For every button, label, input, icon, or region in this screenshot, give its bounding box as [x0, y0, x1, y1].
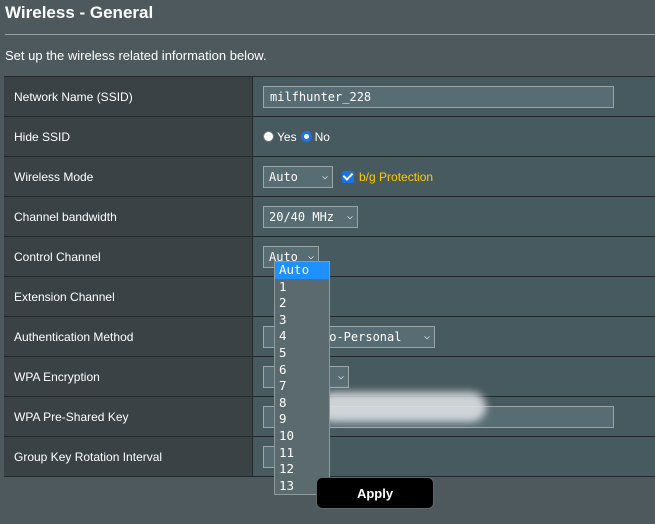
redaction-blur	[318, 392, 486, 422]
hide-ssid-label: Hide SSID	[4, 117, 253, 156]
control-channel-label: Control Channel	[4, 237, 253, 276]
dropdown-option[interactable]: 11	[275, 445, 329, 462]
channel-bandwidth-select[interactable]: 20/40 MHz ⌵	[263, 205, 358, 228]
page-title: Wireless - General	[5, 3, 154, 22]
row-ssid: Network Name (SSID) milfhunter_228	[4, 76, 655, 116]
channel-bandwidth-value: 20/40 MHz	[269, 209, 335, 224]
dropdown-option[interactable]: 8	[275, 395, 329, 412]
wireless-mode-select[interactable]: Auto ⌵	[263, 165, 333, 188]
auth-method-value: to-Personal	[322, 329, 402, 344]
channel-bandwidth-label: Channel bandwidth	[4, 197, 253, 236]
hide-ssid-no-label[interactable]: No	[315, 130, 330, 144]
chevron-down-icon: ⌵	[337, 371, 344, 382]
wpa-key-label: WPA Pre-Shared Key	[4, 397, 253, 436]
dropdown-option[interactable]: 5	[275, 345, 329, 362]
dropdown-option[interactable]: 3	[275, 312, 329, 329]
wireless-mode-label: Wireless Mode	[4, 157, 253, 196]
chevron-down-icon: ⌵	[321, 171, 328, 182]
extension-channel-label: Extension Channel	[4, 277, 253, 316]
title-divider	[5, 34, 655, 35]
dropdown-option[interactable]: 2	[275, 295, 329, 312]
row-wireless-mode: Wireless Mode Auto ⌵ b/g Protection	[4, 156, 655, 196]
group-key-label: Group Key Rotation Interval	[4, 437, 253, 476]
row-channel-bandwidth: Channel bandwidth 20/40 MHz ⌵	[4, 196, 655, 236]
control-channel-dropdown[interactable]: Auto 1 2 3 4 5 6 7 8 9 10 11 12 13	[274, 261, 330, 496]
chevron-down-icon: ⌵	[346, 211, 353, 222]
bg-protection-checkbox[interactable]	[342, 170, 354, 183]
hide-ssid-no-radio[interactable]	[300, 131, 312, 142]
apply-button[interactable]: Apply	[316, 477, 434, 509]
dropdown-option[interactable]: 12	[275, 461, 329, 478]
hide-ssid-yes-label[interactable]: Yes	[277, 130, 297, 144]
chevron-down-icon: ⌵	[423, 331, 430, 342]
page-description: Set up the wireless related information …	[5, 48, 267, 63]
ssid-input[interactable]: milfhunter_228	[263, 85, 614, 108]
dropdown-option[interactable]: 7	[275, 378, 329, 395]
dropdown-option[interactable]: 6	[275, 362, 329, 379]
wpa-encryption-label: WPA Encryption	[4, 357, 253, 396]
ssid-label: Network Name (SSID)	[4, 77, 253, 116]
hide-ssid-yes-radio[interactable]	[263, 131, 274, 142]
dropdown-option[interactable]: Auto	[275, 262, 329, 279]
bg-protection-label[interactable]: b/g Protection	[359, 170, 433, 184]
dropdown-option[interactable]: 4	[275, 328, 329, 345]
wireless-mode-value: Auto	[269, 169, 298, 184]
dropdown-option[interactable]: 10	[275, 428, 329, 445]
auth-method-label: Authentication Method	[4, 317, 253, 356]
row-hide-ssid: Hide SSID Yes No	[4, 116, 655, 156]
dropdown-option[interactable]: 9	[275, 411, 329, 428]
dropdown-option[interactable]: 1	[275, 279, 329, 296]
